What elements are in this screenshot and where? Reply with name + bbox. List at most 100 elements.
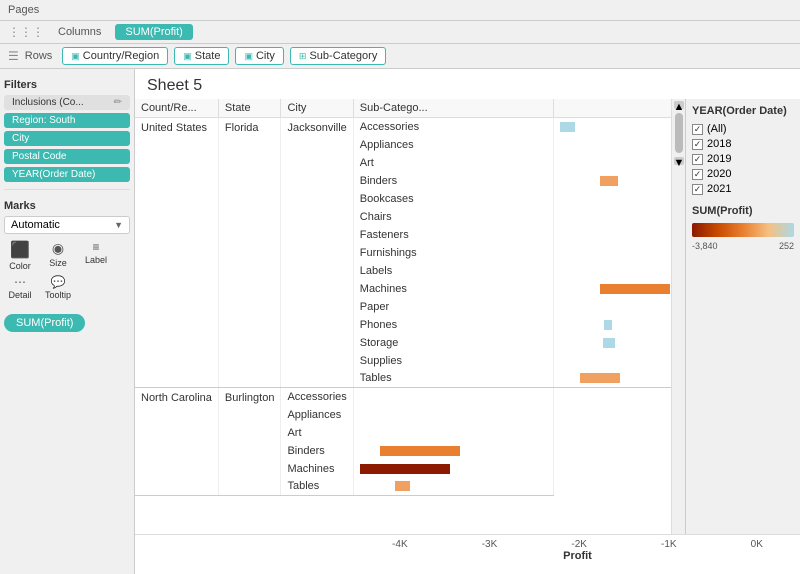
year-2020-checkbox[interactable]: [692, 169, 703, 180]
axis-tick-2: -3K: [482, 539, 498, 550]
chevron-down-icon: ▼: [114, 220, 123, 230]
year-2020[interactable]: 2020: [692, 168, 794, 180]
sub-fasteners: Fasteners: [353, 226, 553, 244]
year-all[interactable]: (All): [692, 123, 794, 135]
sum-profit-pill[interactable]: SUM(Profit): [4, 314, 85, 332]
axis-ticks: -4K -3K -2K -1K 0K: [355, 535, 800, 550]
filter-edit-icon[interactable]: ✏: [114, 97, 122, 108]
sub-binders: Binders: [353, 172, 553, 190]
scroll-thumb[interactable]: [675, 113, 683, 153]
city-burlington: Burlington: [218, 388, 281, 496]
rows-pill-state[interactable]: ▣State: [174, 47, 229, 65]
axis-tick-3: -2K: [571, 539, 587, 550]
db-icon-sub: ⊞: [299, 51, 307, 62]
axis-label: Profit: [355, 550, 800, 562]
columns-pill[interactable]: SUM(Profit): [115, 24, 192, 40]
year-2018[interactable]: 2018: [692, 138, 794, 150]
db-icon-state: ▣: [183, 51, 192, 62]
nc-bar-binders: [353, 442, 553, 460]
year-2021[interactable]: 2021: [692, 183, 794, 195]
year-2019-checkbox[interactable]: [692, 154, 703, 165]
detail-button[interactable]: ⋯ Detail: [4, 275, 36, 300]
db-icon-city: ▣: [244, 51, 253, 62]
bar-chairs: [553, 208, 671, 226]
year-legend-title: YEAR(Order Date): [692, 105, 794, 117]
sub-furnishings: Furnishings: [353, 244, 553, 262]
year-2021-label: 2021: [707, 183, 731, 195]
marks-title: Marks: [4, 200, 130, 212]
bar-tables: [553, 370, 671, 388]
sub-appliances: Appliances: [353, 136, 553, 154]
col-header-bar: [553, 99, 671, 118]
filter-postal[interactable]: Postal Code: [4, 149, 130, 164]
col-header-state[interactable]: State: [218, 99, 281, 118]
color-button[interactable]: ⬛ Color: [4, 240, 36, 271]
bar-furnishings: [553, 244, 671, 262]
filter-inclusions[interactable]: Inclusions (Co... ✏: [4, 95, 130, 110]
rows-shelf: ☰ Rows ▣Country/Region ▣State ▣City ⊞Sub…: [0, 44, 800, 69]
marks-type-label: Automatic: [11, 219, 60, 231]
size-button[interactable]: ◉ Size: [42, 240, 74, 271]
marks-buttons-row1: ⬛ Color ◉ Size ≡ Label: [4, 240, 130, 271]
detail-label: Detail: [8, 290, 31, 300]
rows-pill-city[interactable]: ▣City: [235, 47, 283, 65]
sub-art: Art: [353, 154, 553, 172]
label-text: Label: [85, 255, 107, 265]
nc-bar-accessories: [353, 388, 553, 406]
size-label: Size: [49, 258, 67, 268]
axis-tick-1: -4K: [392, 539, 408, 550]
bar-machines: [553, 280, 671, 298]
year-2021-checkbox[interactable]: [692, 184, 703, 195]
bar-storage: [553, 334, 671, 352]
db-icon-country: ▣: [71, 51, 80, 62]
sub-paper: Paper: [353, 298, 553, 316]
bar-labels: [553, 262, 671, 280]
state-florida: Florida: [218, 118, 281, 388]
sub-storage: Storage: [353, 334, 553, 352]
bar-art: [553, 154, 671, 172]
bar-bookcases: [553, 190, 671, 208]
col-header-country[interactable]: Count/Re...: [135, 99, 218, 118]
country-cell: United States: [135, 118, 218, 388]
rows-shelf-icon: ☰: [8, 49, 19, 63]
bar-supplies: [553, 352, 671, 370]
filters-title: Filters: [4, 79, 130, 91]
vertical-scrollbar[interactable]: ▲ ▼: [671, 99, 685, 534]
pages-label: Pages: [8, 4, 39, 16]
chart-area: Sheet 5 Count/Re... State City Sub-Categ…: [135, 69, 800, 574]
marks-type-dropdown[interactable]: Automatic ▼: [4, 216, 130, 234]
scroll-down-arrow[interactable]: ▼: [674, 157, 684, 165]
bar-paper: [553, 298, 671, 316]
rows-pill-subcategory[interactable]: ⊞Sub-Category: [290, 47, 386, 65]
year-2019-label: 2019: [707, 153, 731, 165]
rows-pill-country[interactable]: ▣Country/Region: [62, 47, 168, 65]
x-axis-area: -4K -3K -2K -1K 0K Profit: [135, 534, 800, 574]
color-icon: ⬛: [10, 240, 30, 260]
filter-inclusions-label: Inclusions (Co...: [12, 97, 84, 108]
filter-city[interactable]: City: [4, 131, 130, 146]
scroll-up-arrow[interactable]: ▲: [674, 101, 684, 109]
tooltip-button[interactable]: 💬 Tooltip: [42, 275, 74, 300]
nc-bar-machines: [353, 460, 553, 478]
year-2019[interactable]: 2019: [692, 153, 794, 165]
col-header-city[interactable]: City: [281, 99, 353, 118]
sub-chairs: Chairs: [353, 208, 553, 226]
nc-bar-tables: [353, 478, 553, 496]
year-all-checkbox[interactable]: [692, 124, 703, 135]
nc-bar-art: [353, 424, 553, 442]
color-bar-labels: -3,840 252: [692, 241, 794, 251]
label-button[interactable]: ≡ Label: [80, 240, 112, 271]
table-scroll[interactable]: Count/Re... State City Sub-Catego...: [135, 99, 671, 534]
year-2018-checkbox[interactable]: [692, 139, 703, 150]
nc-sub-appliances: Appliances: [281, 406, 353, 424]
sub-labels: Labels: [353, 262, 553, 280]
color-min-label: -3,840: [692, 241, 718, 251]
sub-accessories: Accessories: [353, 118, 553, 136]
nc-sub-accessories: Accessories: [281, 388, 353, 406]
col-header-sub[interactable]: Sub-Catego...: [353, 99, 553, 118]
nc-sub-machines: Machines: [281, 460, 353, 478]
color-max-label: 252: [779, 241, 794, 251]
color-legend: SUM(Profit) -3,840 252: [692, 205, 794, 251]
filter-region[interactable]: Region: South: [4, 113, 130, 128]
filter-year[interactable]: YEAR(Order Date): [4, 167, 130, 182]
